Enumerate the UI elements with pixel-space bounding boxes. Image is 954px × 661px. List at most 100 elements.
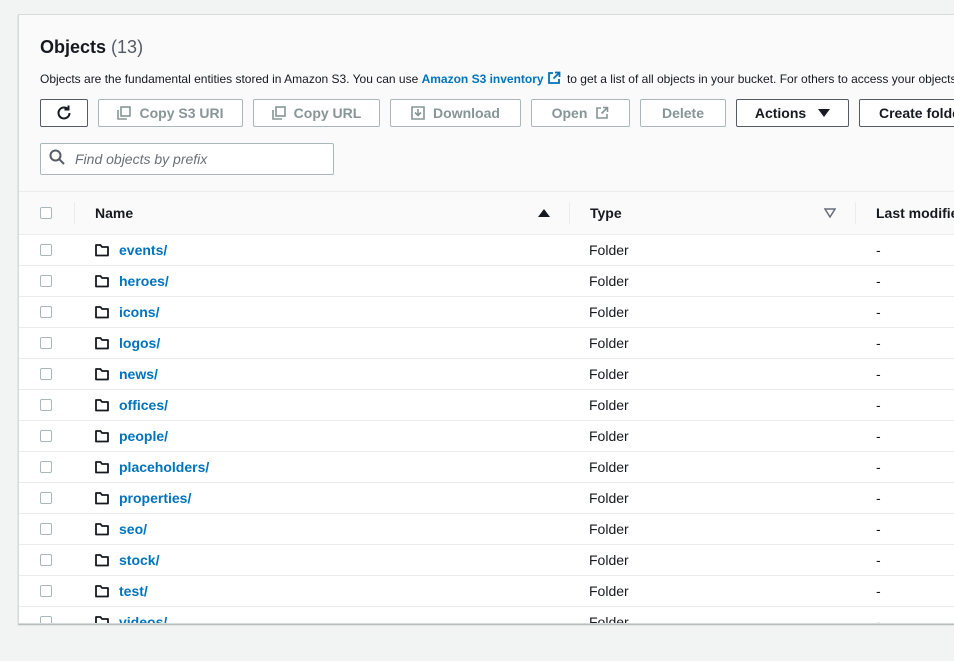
row-select-cell: [40, 545, 52, 575]
column-header-type[interactable]: Type: [590, 192, 622, 234]
copy-s3-uri-label: Copy S3 URI: [139, 105, 224, 121]
table-row: icons/Folder -: [19, 297, 954, 328]
folder-link[interactable]: seo/: [119, 521, 147, 537]
column-divider[interactable]: [855, 202, 856, 224]
row-checkbox[interactable]: [40, 616, 52, 623]
column-header-last-modified[interactable]: Last modified: [876, 192, 954, 234]
type-cell: Folder: [589, 335, 629, 351]
table-row: properties/Folder -: [19, 483, 954, 514]
description-text: Objects are the fundamental entities sto…: [40, 72, 422, 86]
folder-link[interactable]: logos/: [119, 335, 160, 351]
row-checkbox[interactable]: [40, 275, 52, 287]
folder-link[interactable]: events/: [119, 242, 167, 258]
type-cell: Folder: [589, 521, 629, 537]
s3-inventory-link[interactable]: Amazon S3 inventory: [422, 72, 544, 86]
type-cell: Folder: [589, 490, 629, 506]
row-checkbox[interactable]: [40, 337, 52, 349]
description-text-2: to get a list of all objects in your buc…: [566, 72, 954, 86]
download-label: Download: [433, 105, 500, 121]
sort-icon[interactable]: [824, 192, 836, 234]
table-header: Name Type Last modified: [19, 191, 954, 235]
column-header-name[interactable]: Name: [95, 192, 133, 234]
folder-link[interactable]: test/: [119, 583, 148, 599]
actions-dropdown[interactable]: Actions: [736, 99, 849, 127]
folder-link[interactable]: videos/: [119, 614, 167, 623]
row-checkbox[interactable]: [40, 399, 52, 411]
table-row: heroes/Folder -: [19, 266, 954, 297]
download-icon: [411, 106, 425, 120]
row-checkbox[interactable]: [40, 244, 52, 256]
last-modified-cell: -: [876, 397, 881, 413]
row-checkbox[interactable]: [40, 523, 52, 535]
row-select-cell: [40, 607, 52, 623]
folder-link[interactable]: placeholders/: [119, 459, 209, 475]
folder-link[interactable]: stock/: [119, 552, 159, 568]
search-input[interactable]: [73, 150, 317, 168]
row-checkbox[interactable]: [40, 306, 52, 318]
delete-button[interactable]: Delete: [640, 99, 726, 127]
table-row: stock/Folder -: [19, 545, 954, 576]
type-cell: Folder: [589, 304, 629, 320]
objects-description: Objects are the fundamental entities sto…: [40, 71, 954, 88]
last-modified-cell: -: [876, 304, 881, 320]
type-cell: Folder: [589, 552, 629, 568]
external-link-icon[interactable]: [547, 71, 561, 88]
column-divider[interactable]: [569, 202, 570, 224]
folder-link[interactable]: news/: [119, 366, 158, 382]
copy-url-label: Copy URL: [293, 105, 362, 121]
type-cell: Folder: [589, 428, 629, 444]
name-cell: logos/: [95, 328, 160, 358]
copy-url-button[interactable]: Copy URL: [253, 99, 380, 127]
type-header-label: Type: [590, 205, 622, 221]
table-body: events/Folder - heroes/Folder - icons/Folder…: [19, 235, 954, 624]
folder-icon: [95, 553, 109, 567]
refresh-button[interactable]: [40, 99, 88, 127]
folder-link[interactable]: people/: [119, 428, 168, 444]
row-checkbox[interactable]: [40, 461, 52, 473]
name-cell: events/: [95, 235, 167, 265]
folder-link[interactable]: properties/: [119, 490, 191, 506]
search-field[interactable]: [40, 143, 334, 175]
row-select-cell: [40, 390, 52, 420]
table-row: seo/Folder -: [19, 514, 954, 545]
actions-label: Actions: [754, 105, 807, 121]
name-cell: placeholders/: [95, 452, 209, 482]
row-checkbox[interactable]: [40, 492, 52, 504]
folder-icon: [95, 305, 109, 319]
table-row: news/Folder -: [19, 359, 954, 390]
name-cell: test/: [95, 576, 148, 606]
row-select-cell: [40, 328, 52, 358]
row-select-cell: [40, 514, 52, 544]
create-folder-button[interactable]: Create folder: [859, 99, 954, 127]
row-checkbox[interactable]: [40, 368, 52, 380]
folder-icon: [95, 336, 109, 350]
table-row: events/Folder -: [19, 235, 954, 266]
last-modified-cell: -: [876, 521, 881, 537]
row-checkbox[interactable]: [40, 554, 52, 566]
open-button[interactable]: Open: [531, 99, 630, 127]
name-cell: icons/: [95, 297, 159, 327]
folder-link[interactable]: heroes/: [119, 273, 169, 289]
folder-icon: [95, 274, 109, 288]
type-cell: Folder: [589, 583, 629, 599]
type-cell: Folder: [589, 614, 629, 624]
table-row: logos/Folder -: [19, 328, 954, 359]
name-cell: people/: [95, 421, 168, 451]
select-all-checkbox[interactable]: [40, 207, 52, 219]
row-checkbox[interactable]: [40, 430, 52, 442]
row-checkbox[interactable]: [40, 585, 52, 597]
last-modified-cell: -: [876, 552, 881, 568]
delete-label: Delete: [661, 105, 705, 121]
table-row: offices/Folder -: [19, 390, 954, 421]
sort-ascending-icon[interactable]: [538, 192, 550, 234]
download-button[interactable]: Download: [390, 99, 521, 127]
folder-link[interactable]: offices/: [119, 397, 168, 413]
row-select-cell: [40, 266, 52, 296]
folder-link[interactable]: icons/: [119, 304, 159, 320]
objects-count: (13): [111, 37, 144, 57]
folder-icon: [95, 460, 109, 474]
folder-icon: [95, 491, 109, 505]
type-cell: Folder: [589, 366, 629, 382]
column-divider: [74, 202, 75, 224]
copy-s3-uri-button[interactable]: Copy S3 URI: [98, 99, 243, 127]
